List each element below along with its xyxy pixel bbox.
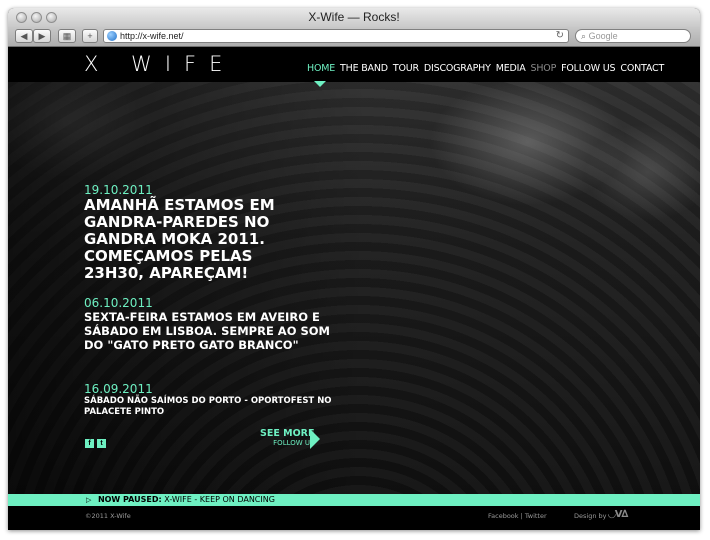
nav-tour[interactable]: TOUR	[393, 63, 419, 74]
see-more-label: SEE MORE	[260, 428, 315, 439]
music-player-bar: ▷ NOW PAUSED: X-WIFE - KEEP ON DANCING	[8, 494, 700, 506]
news-headline[interactable]: SEXTA-FEIRA ESTAMOS EM AVEIRO E SÁBADO E…	[84, 310, 332, 352]
facebook-icon[interactable]: f	[85, 439, 94, 448]
forward-button[interactable]: ▶	[33, 29, 51, 43]
plus-icon: +	[87, 31, 93, 41]
design-credit: Design by	[574, 512, 607, 520]
copyright-text: ©2011 X-Wife	[85, 512, 131, 520]
player-status: NOW PAUSED:	[97, 495, 162, 504]
main-nav: HOME THE BAND TOUR DISCOGRAPHY MEDIA SHO…	[307, 63, 664, 74]
address-bar[interactable]: http://x-wife.net/ ↻	[103, 29, 569, 43]
address-text: http://x-wife.net/	[120, 31, 184, 41]
news-item: 16.09.2011 SÁBADO NÃO SAÍMOS DO PORTO - …	[84, 382, 344, 418]
browser-toolbar: ◀ ▶ ▦ + http://x-wife.net/ ↻ ⌕ Google	[8, 27, 700, 47]
active-nav-indicator-icon	[314, 81, 326, 87]
grid-icon: ▦	[62, 31, 72, 41]
forward-arrow-icon: ▶	[38, 31, 46, 41]
see-more-arrow-icon[interactable]	[310, 429, 320, 449]
follow-us-sublabel: FOLLOW US	[273, 439, 315, 447]
play-icon[interactable]: ▷	[86, 494, 91, 506]
window-title: X-Wife — Rocks!	[308, 10, 400, 24]
search-placeholder: Google	[588, 31, 618, 41]
window-controls	[16, 12, 57, 23]
nav-the-band[interactable]: THE BAND	[340, 63, 388, 74]
close-window-button[interactable]	[16, 12, 27, 23]
back-button[interactable]: ◀	[15, 29, 33, 43]
news-date: 19.10.2011	[84, 183, 153, 197]
news-item: 19.10.2011 AMANHÃ ESTAMOS EM GANDRA-PARE…	[84, 183, 314, 282]
nav-media[interactable]: MEDIA	[496, 63, 526, 74]
social-links: f t	[85, 439, 106, 448]
zoom-window-button[interactable]	[46, 12, 57, 23]
add-bookmark-button[interactable]: +	[82, 29, 98, 43]
player-track[interactable]: X-WIFE - KEEP ON DANCING	[164, 495, 275, 504]
website: X WIFE HOME THE BAND TOUR DISCOGRAPHY ME…	[8, 47, 700, 530]
bookmarks-button[interactable]: ▦	[58, 29, 76, 43]
concert-crowd-photo	[8, 82, 700, 494]
globe-icon	[107, 31, 117, 41]
nav-contact[interactable]: CONTACT	[620, 63, 664, 74]
browser-window: X-Wife — Rocks! ◀ ▶ ▦ + http://x-wife.ne…	[8, 8, 700, 530]
designer-logo-icon[interactable]: ◡Ⅴ∆	[608, 509, 628, 520]
nav-discography[interactable]: DISCOGRAPHY	[424, 63, 491, 74]
reload-icon[interactable]: ↻	[556, 30, 564, 42]
nav-shop[interactable]: SHOP	[531, 63, 557, 74]
nav-home[interactable]: HOME	[307, 63, 335, 74]
see-more-link[interactable]: SEE MORE FOLLOW US	[260, 428, 314, 447]
news-date: 06.10.2011	[84, 296, 153, 310]
news-headline[interactable]: SÁBADO NÃO SAÍMOS DO PORTO - OPORTOFEST …	[84, 396, 344, 418]
title-bar: X-Wife — Rocks!	[8, 8, 700, 27]
twitter-icon[interactable]: t	[97, 439, 106, 448]
search-field[interactable]: ⌕ Google	[575, 29, 691, 43]
footer-social-links[interactable]: Facebook | Twitter	[488, 512, 547, 520]
news-item: 06.10.2011 SEXTA-FEIRA ESTAMOS EM AVEIRO…	[84, 296, 332, 352]
search-icon: ⌕	[581, 31, 587, 41]
back-arrow-icon: ◀	[20, 31, 28, 41]
news-headline[interactable]: AMANHÃ ESTAMOS EM GANDRA-PAREDES NO GAND…	[84, 197, 314, 282]
site-logo[interactable]: X WIFE	[84, 52, 235, 76]
site-footer: ©2011 X-Wife Facebook | Twitter Design b…	[8, 506, 700, 530]
news-date: 16.09.2011	[84, 382, 153, 396]
minimize-window-button[interactable]	[31, 12, 42, 23]
nav-follow-us[interactable]: FOLLOW US	[561, 63, 615, 74]
